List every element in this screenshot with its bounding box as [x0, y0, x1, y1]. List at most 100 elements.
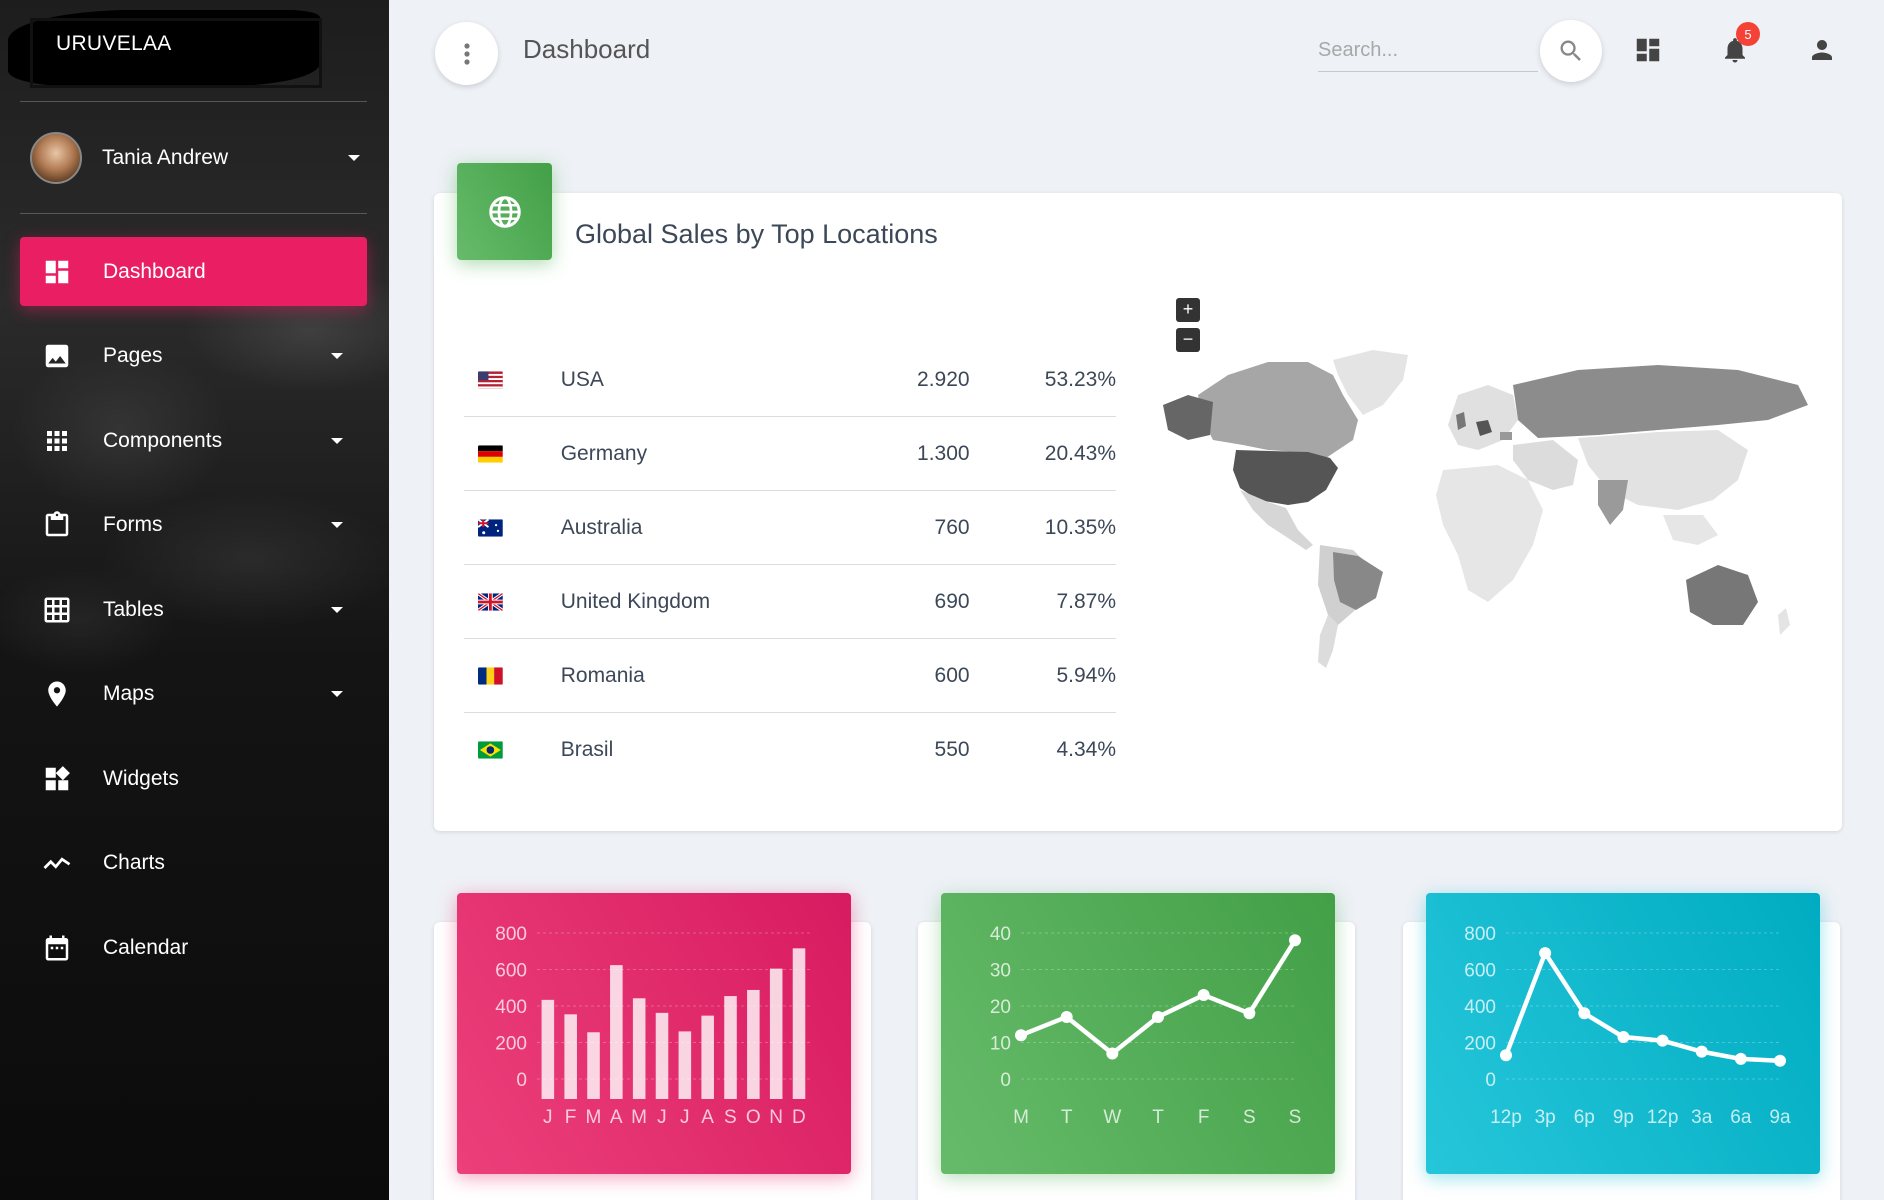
y-tick-label: 0 [516, 1070, 527, 1091]
bar [564, 1014, 577, 1099]
country-name: Germany [560, 441, 648, 465]
bar [655, 1012, 669, 1099]
dashboard-view-button[interactable] [1628, 30, 1668, 70]
sidebar-item-maps[interactable]: Maps [20, 659, 367, 728]
y-tick-label: 400 [495, 997, 527, 1018]
caret-down-icon [348, 155, 360, 161]
bar [587, 1032, 600, 1099]
map-region-brazil [1333, 552, 1383, 610]
x-tick-label: M [585, 1107, 601, 1128]
country-name: United Kingdom [560, 589, 711, 613]
bar [541, 999, 555, 1099]
divider [20, 101, 367, 102]
bar [701, 1015, 714, 1099]
flag-uk-icon [478, 592, 503, 611]
caret-down-icon [331, 606, 343, 613]
search-input[interactable] [1318, 30, 1538, 72]
y-tick-label: 800 [1464, 924, 1496, 945]
sidebar-item-components[interactable]: Components [20, 406, 367, 475]
data-point [1578, 1007, 1591, 1020]
caret-down-icon [331, 690, 343, 697]
y-tick-label: 800 [495, 924, 527, 945]
sidebar-item-tables[interactable]: Tables [20, 575, 367, 644]
dashboard-icon [1636, 38, 1660, 62]
x-tick-label: 6a [1730, 1107, 1752, 1128]
flag-romania-icon [478, 666, 503, 685]
sidebar-item-label: Components [103, 428, 223, 452]
sales-value: 1.300 [917, 441, 970, 465]
chart-svg: 8006004002000J F M A M J J A S O N D [495, 924, 811, 1128]
x-tick-label: W [1103, 1107, 1121, 1128]
table-grid-icon [40, 593, 74, 627]
sidebar-item-calendar[interactable]: Calendar [20, 913, 367, 982]
sales-percent: 10.35% [1044, 515, 1116, 539]
sales-value: 600 [934, 663, 970, 687]
user-menu[interactable]: Tania Andrew [30, 132, 360, 184]
bar [724, 996, 737, 1099]
avatar [30, 132, 82, 184]
x-tick-label: F [1198, 1107, 1210, 1128]
globe-icon [488, 195, 521, 228]
x-tick-label: M [1013, 1107, 1029, 1128]
flag-brazil-icon [478, 741, 503, 759]
person-icon [1812, 40, 1832, 60]
sidebar-item-charts[interactable]: Charts [20, 828, 367, 897]
data-point [1197, 989, 1210, 1002]
y-tick-label: 30 [990, 961, 1011, 982]
x-tick-label: S [1243, 1107, 1256, 1128]
user-profile-button[interactable] [1802, 30, 1842, 70]
y-tick-label: 20 [990, 997, 1011, 1018]
map-region-africa [1436, 465, 1543, 602]
bar [747, 989, 760, 1099]
x-tick-label: 12p [1647, 1107, 1679, 1128]
data-point [1015, 1029, 1027, 1042]
x-tick-label: T [1061, 1107, 1073, 1128]
sales-percent: 5.94% [1056, 663, 1116, 687]
weekly-line-chart: 40 30 20 10 0 M T W T F S S [941, 893, 1335, 1174]
map-zoom-in-button[interactable]: + [1176, 298, 1200, 322]
divider [20, 213, 367, 214]
bar [610, 965, 623, 1099]
sidebar-item-dashboard[interactable]: Dashboard [20, 237, 367, 306]
bar [632, 998, 646, 1099]
sales-percent: 7.87% [1056, 589, 1116, 613]
clipboard-icon [40, 508, 74, 542]
apps-grid-icon [40, 424, 74, 458]
table-row: Germany 1.300 20.43% [464, 417, 1116, 491]
dashboard-icon [40, 255, 74, 289]
search-icon [1560, 40, 1581, 61]
sidebar-item-forms[interactable]: Forms [20, 490, 367, 559]
more-menu-button[interactable] [435, 22, 498, 85]
data-point [1734, 1052, 1747, 1065]
x-tick-label: 9p [1613, 1107, 1634, 1128]
card-header-icon [457, 163, 552, 260]
hourly-line-chart: 800 600 400 200 0 12p 3p 6p 9p 12p 3a 6a 9a [1426, 893, 1820, 1174]
x-tick-label: 3a [1691, 1107, 1713, 1128]
x-tick-label: A [610, 1107, 623, 1128]
notification-badge: 5 [1736, 22, 1760, 46]
data-point [1539, 947, 1552, 960]
y-tick-label: 600 [495, 961, 527, 982]
search-button[interactable] [1540, 20, 1602, 82]
brand-logo-text[interactable]: URUVELAA [56, 32, 172, 56]
data-point [1060, 1010, 1073, 1023]
map-region-australia [1686, 565, 1758, 625]
x-tick-label: D [792, 1107, 806, 1128]
table-row: Australia 760 10.35% [464, 491, 1116, 565]
sidebar-item-widgets[interactable]: Widgets [20, 744, 367, 813]
widgets-icon [40, 762, 74, 796]
y-tick-label: 0 [1485, 1070, 1496, 1091]
sidebar-item-label: Maps [103, 681, 155, 705]
sidebar-item-pages[interactable]: Pages [20, 321, 367, 390]
x-tick-label: T [1152, 1107, 1164, 1128]
map-region-alaska [1163, 395, 1213, 440]
map-region-romania [1500, 432, 1512, 440]
x-tick-label: M [631, 1107, 647, 1128]
x-tick-label: J [657, 1107, 667, 1128]
map-region-southeast-asia [1663, 515, 1718, 545]
map-region-canada [1198, 362, 1358, 460]
map-pin-icon [40, 677, 74, 711]
sales-value: 760 [934, 515, 970, 539]
world-map[interactable] [1158, 340, 1818, 680]
data-point [1500, 1049, 1512, 1062]
